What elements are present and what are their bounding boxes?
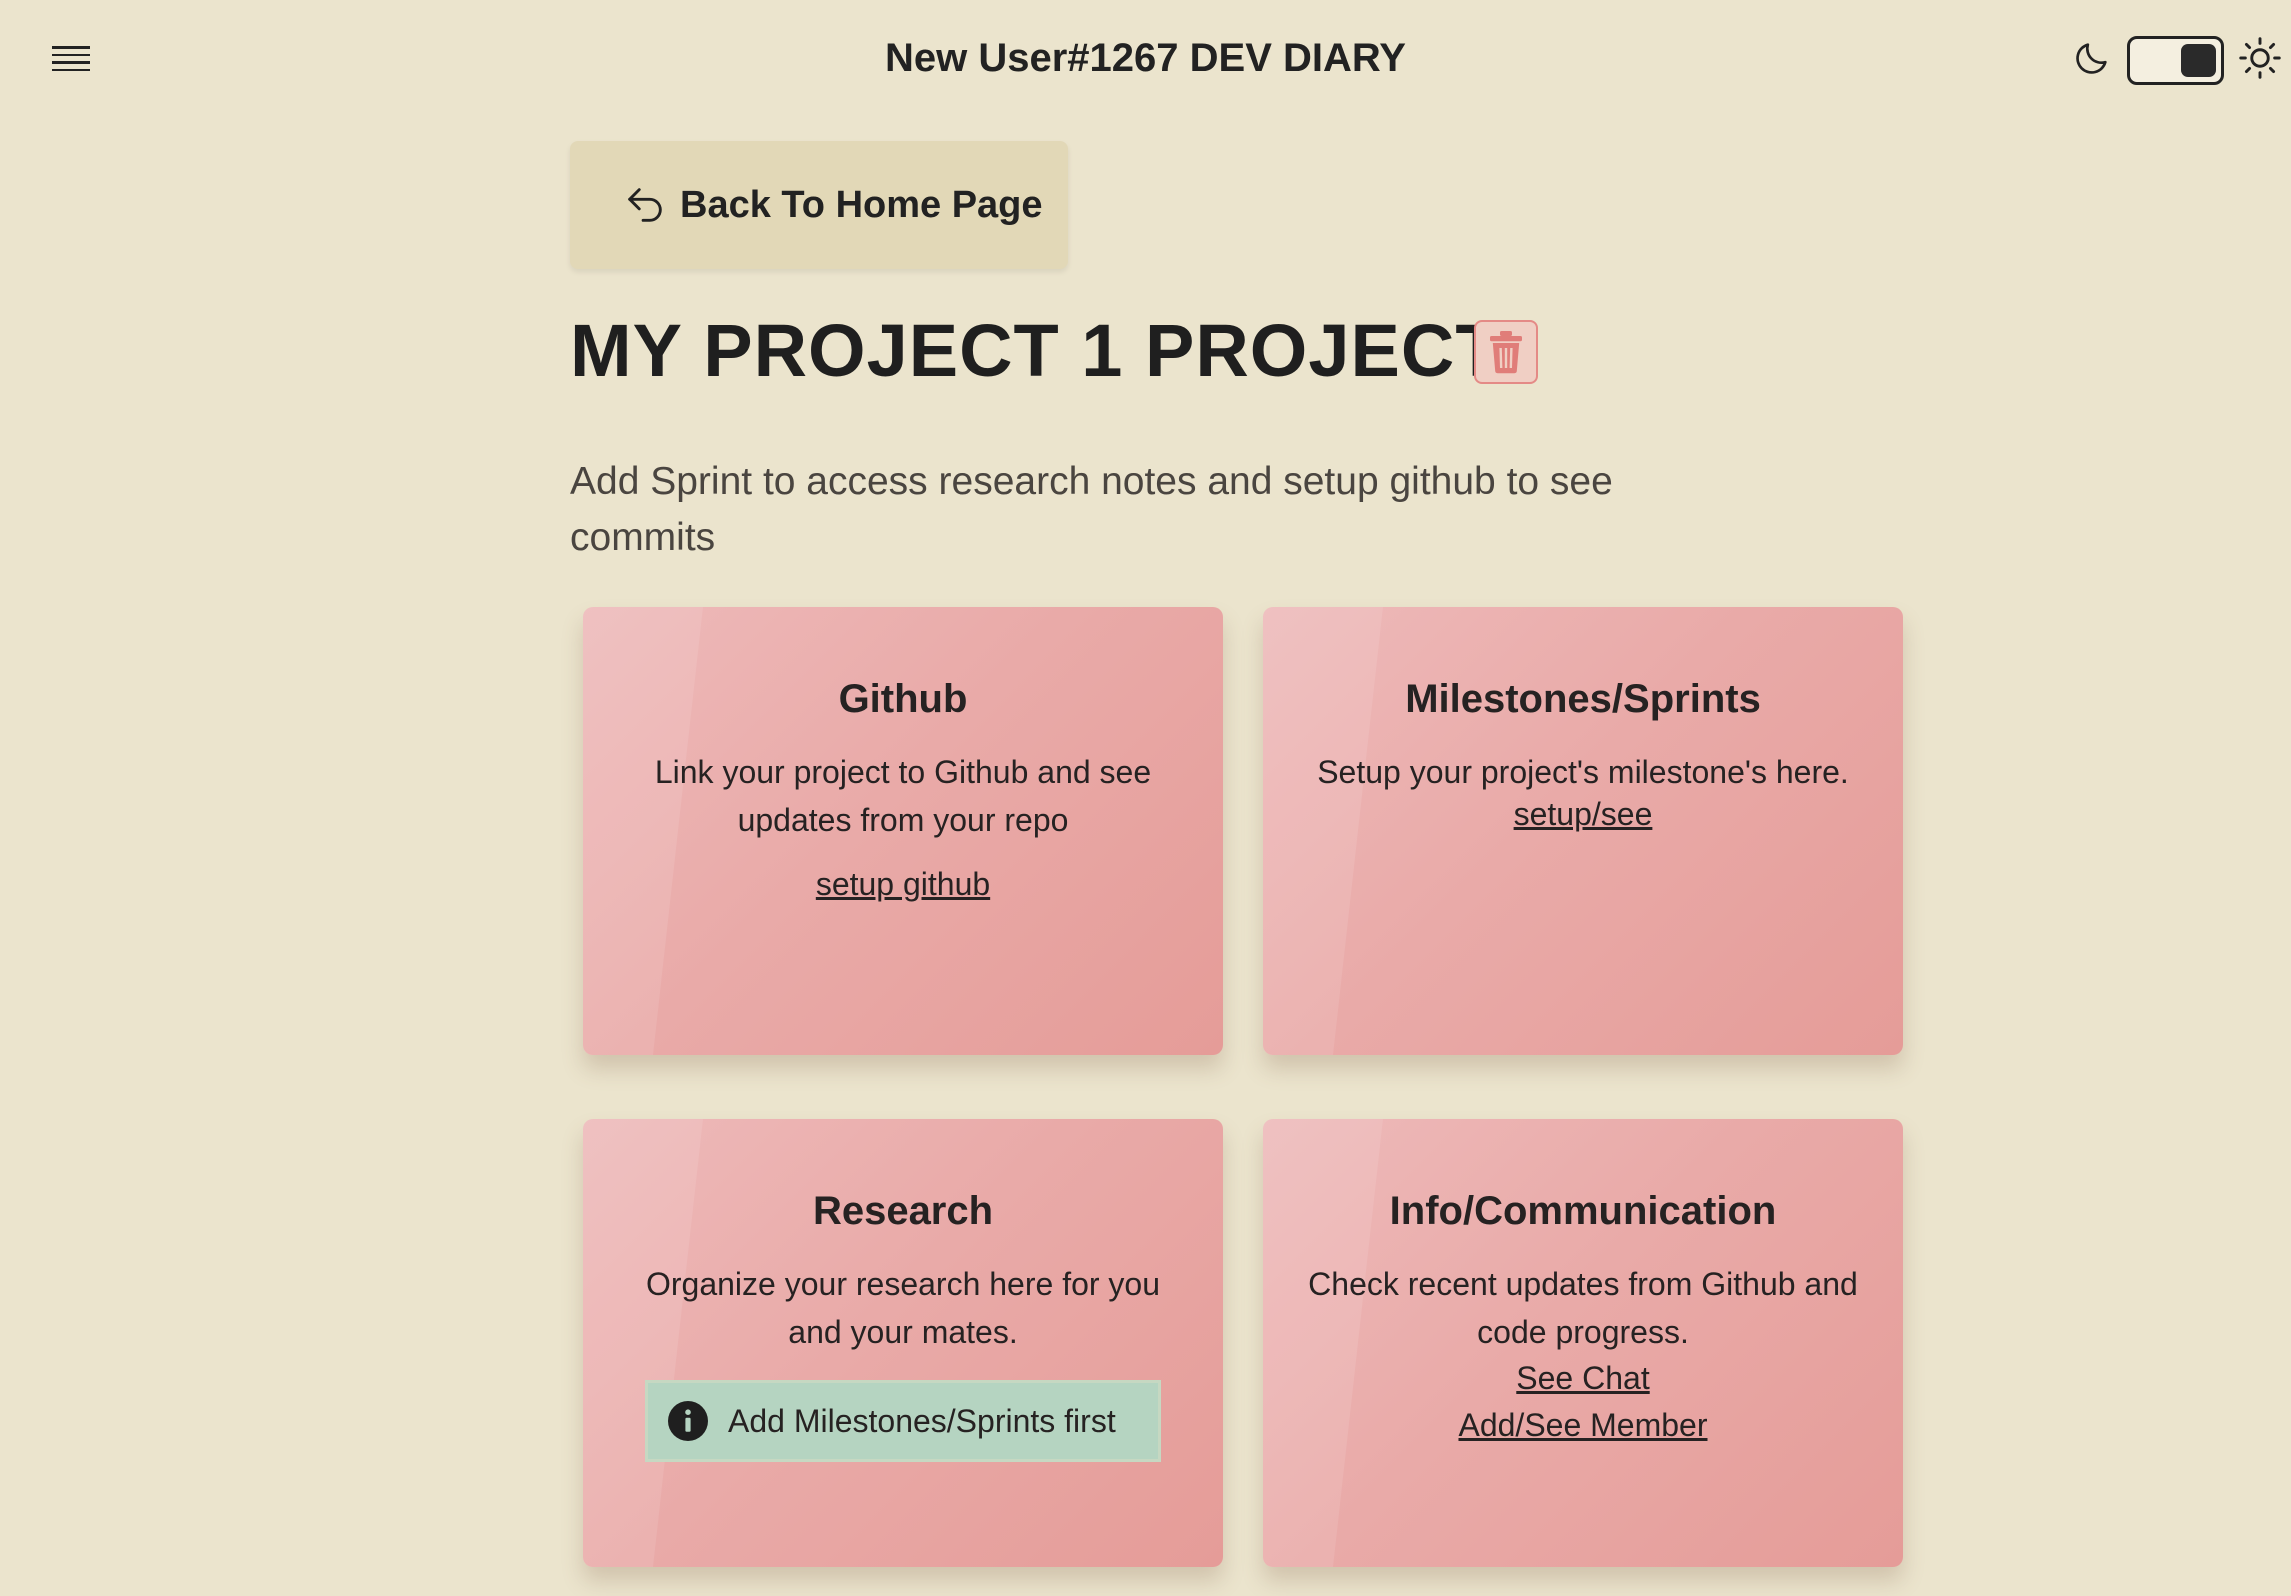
back-button-label: Back To Home Page — [680, 183, 1043, 226]
notice-text: Add Milestones/Sprints first — [728, 1402, 1116, 1439]
theme-toggle[interactable] — [2127, 36, 2224, 85]
toggle-knob — [2181, 44, 2216, 77]
moon-icon — [2076, 43, 2107, 74]
card-title: Research — [812, 1189, 994, 1233]
project-title: MY PROJECT 1 PROJECT — [570, 309, 1502, 392]
info-icon — [668, 1401, 708, 1441]
add-see-member-link[interactable]: Add/See Member — [1458, 1407, 1707, 1444]
top-bar: New User#1267 DEV DIARY — [0, 0, 2291, 122]
app-title: New User#1267 DEV DIARY — [885, 36, 1406, 80]
card-title: Github — [838, 677, 968, 721]
card-title: Milestones/Sprints — [1405, 677, 1761, 721]
research-card: Research Organize your research here for… — [583, 1119, 1223, 1567]
github-card: Github Link your project to Github and s… — [583, 607, 1223, 1055]
card-description: Check recent updates from Github and cod… — [1308, 1266, 1858, 1350]
setup-see-link[interactable]: setup/see — [1514, 796, 1653, 833]
setup-github-link[interactable]: setup github — [816, 866, 990, 903]
milestones-required-notice: Add Milestones/Sprints first — [645, 1380, 1161, 1462]
see-chat-link[interactable]: See Chat — [1516, 1360, 1649, 1397]
trash-icon — [1490, 331, 1522, 374]
delete-project-button[interactable] — [1474, 320, 1538, 384]
card-description: Organize your research here for you and … — [645, 1266, 1161, 1350]
milestones-card: Milestones/Sprints Setup your project's … — [1263, 607, 1903, 1055]
card-title: Info/Communication — [1389, 1189, 1777, 1233]
project-subtitle: Add Sprint to access research notes and … — [570, 460, 1613, 559]
card-description: Setup your project's milestone's here. — [1317, 754, 1849, 790]
info-communication-card: Info/Communication Check recent updates … — [1263, 1119, 1903, 1567]
back-arrow-icon — [628, 188, 662, 222]
card-description: Link your project to Github and see upda… — [654, 754, 1152, 838]
sun-icon — [2239, 37, 2281, 79]
back-to-home-button[interactable]: Back To Home Page — [570, 141, 1068, 269]
